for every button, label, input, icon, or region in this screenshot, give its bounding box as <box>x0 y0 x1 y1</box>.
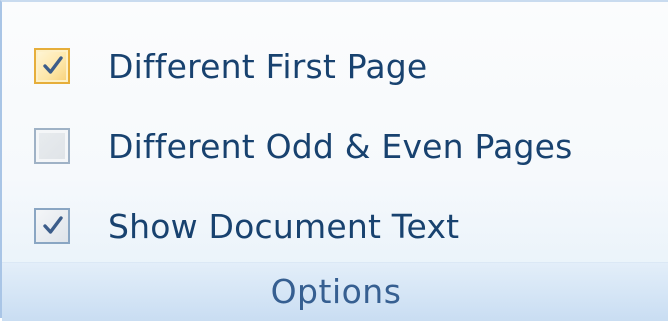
group-title: Options <box>270 272 402 311</box>
show-document-text-checkbox[interactable] <box>34 208 70 244</box>
different-odd-even-pages-checkbox[interactable] <box>34 128 70 164</box>
different-odd-even-pages-label: Different Odd & Even Pages <box>108 126 573 166</box>
options-group: Different First Page Different Odd & Eve… <box>0 0 668 321</box>
show-document-text-label: Show Document Text <box>108 206 460 246</box>
options-list: Different First Page Different Odd & Eve… <box>34 26 668 266</box>
different-odd-even-pages-option[interactable]: Different Odd & Even Pages <box>34 106 668 186</box>
different-first-page-label: Different First Page <box>108 46 428 86</box>
different-first-page-option[interactable]: Different First Page <box>34 26 668 106</box>
different-first-page-checkbox[interactable] <box>34 48 70 84</box>
check-mark-icon <box>43 56 63 74</box>
group-footer: Options <box>2 262 668 321</box>
check-mark-icon <box>43 216 63 234</box>
show-document-text-option[interactable]: Show Document Text <box>34 186 668 266</box>
